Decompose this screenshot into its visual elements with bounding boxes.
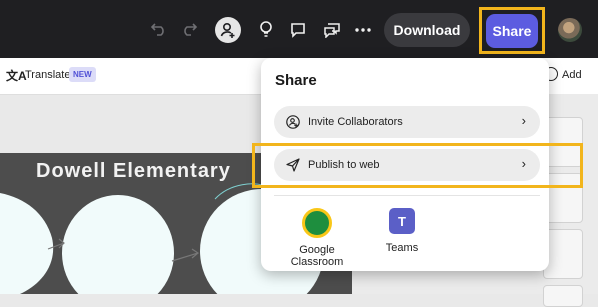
translate-button[interactable]: Translate	[25, 69, 70, 81]
thumbnail[interactable]	[543, 285, 583, 307]
google-classroom-label: Google Classroom	[290, 244, 344, 268]
undo-icon[interactable]	[150, 21, 168, 37]
add-person-icon[interactable]	[215, 17, 241, 43]
invite-collaborators-button[interactable]: Invite Collaborators ›	[274, 106, 540, 138]
lightbulb-icon[interactable]	[259, 21, 273, 38]
top-bar: Download Share	[0, 0, 598, 58]
more-icon[interactable]	[355, 28, 371, 32]
teams-button[interactable]: T Teams	[377, 208, 427, 254]
share-button[interactable]: Share	[486, 13, 538, 48]
add-button[interactable]: Add	[562, 69, 582, 81]
download-button[interactable]: Download	[384, 13, 470, 47]
chevron-right-icon: ›	[521, 113, 526, 128]
google-classroom-button[interactable]: Google Classroom	[274, 208, 360, 268]
redo-icon[interactable]	[180, 21, 198, 37]
new-badge: NEW	[69, 67, 96, 82]
google-classroom-icon	[302, 208, 332, 238]
slide-title: Dowell Elementary	[36, 160, 231, 182]
avatar[interactable]	[558, 18, 582, 42]
share-panel-title: Share	[275, 72, 317, 89]
thumbnail[interactable]	[543, 229, 583, 279]
teams-icon: T	[389, 208, 415, 234]
share-button-highlight: Share	[479, 7, 545, 54]
divider	[274, 195, 540, 196]
translate-icon[interactable]: 文A	[6, 67, 27, 84]
publish-to-web-highlight	[252, 143, 583, 188]
add-person-icon	[286, 115, 300, 129]
invite-collaborators-label: Invite Collaborators	[308, 116, 403, 128]
comment-icon[interactable]	[290, 22, 306, 38]
teams-label: Teams	[385, 242, 419, 254]
chat-icon[interactable]	[323, 22, 341, 38]
